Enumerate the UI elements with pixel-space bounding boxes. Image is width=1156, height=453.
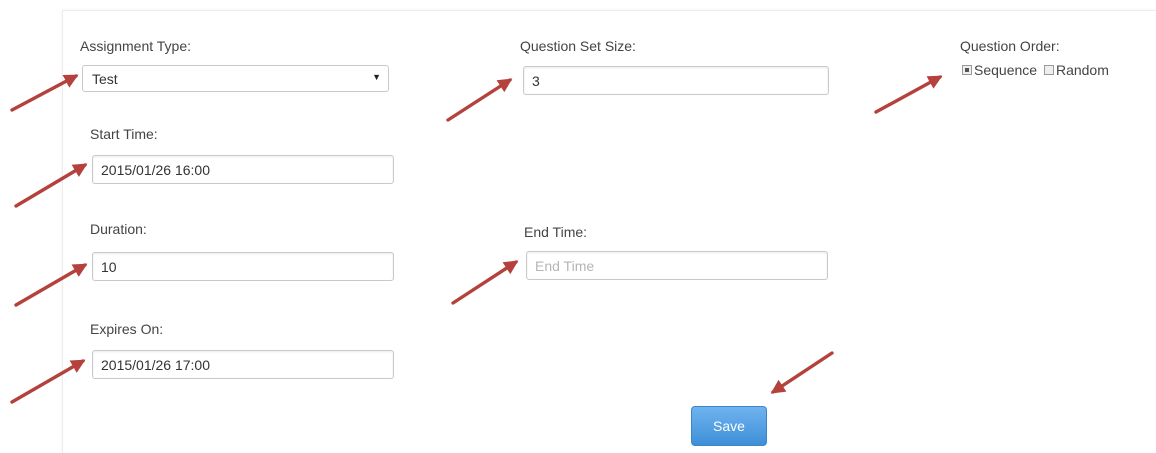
- question-order-group: Sequence Random: [962, 62, 1109, 78]
- expires-on-input[interactable]: [92, 350, 394, 379]
- sequence-option[interactable]: Sequence: [962, 62, 1037, 78]
- duration-label: Duration:: [90, 221, 147, 237]
- sequence-label: Sequence: [974, 62, 1038, 78]
- random-radio[interactable]: [1043, 65, 1054, 75]
- chevron-down-icon: ▼: [372, 72, 381, 82]
- assignment-type-label: Assignment Type:: [80, 38, 192, 54]
- assignment-type-value: Test: [92, 71, 118, 87]
- question-order-label: Question Order:: [960, 38, 1060, 54]
- start-time-input[interactable]: [92, 155, 394, 184]
- assignment-type-select[interactable]: Test ▼: [82, 65, 389, 92]
- end-time-input[interactable]: [526, 251, 828, 280]
- expires-on-label: Expires On:: [90, 321, 164, 337]
- end-time-label: End Time:: [524, 224, 588, 240]
- start-time-label: Start Time:: [90, 126, 158, 142]
- question-set-size-input[interactable]: [523, 66, 829, 95]
- duration-input[interactable]: [92, 252, 394, 281]
- save-button[interactable]: Save: [691, 406, 767, 446]
- sequence-radio[interactable]: [962, 65, 972, 75]
- question-set-size-label: Question Set Size:: [520, 38, 636, 54]
- random-label: Random: [1055, 62, 1109, 78]
- random-option[interactable]: Random: [1043, 62, 1109, 78]
